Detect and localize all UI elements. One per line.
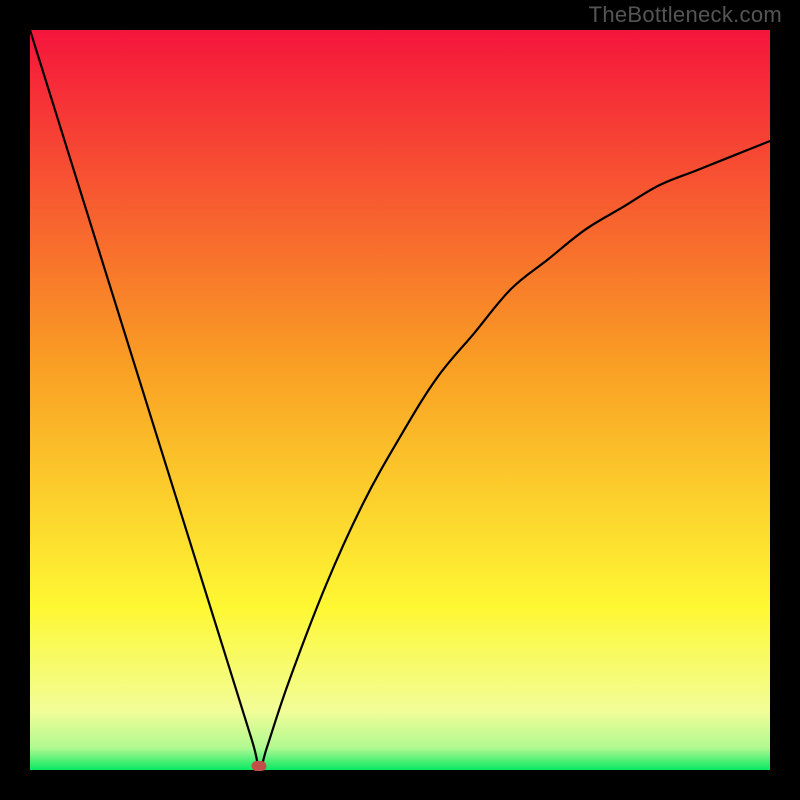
chart-frame xyxy=(30,30,770,770)
optimal-point-marker xyxy=(252,761,267,771)
bottleneck-curve xyxy=(30,30,770,770)
plot-area xyxy=(30,30,770,770)
watermark-text: TheBottleneck.com xyxy=(589,2,782,28)
